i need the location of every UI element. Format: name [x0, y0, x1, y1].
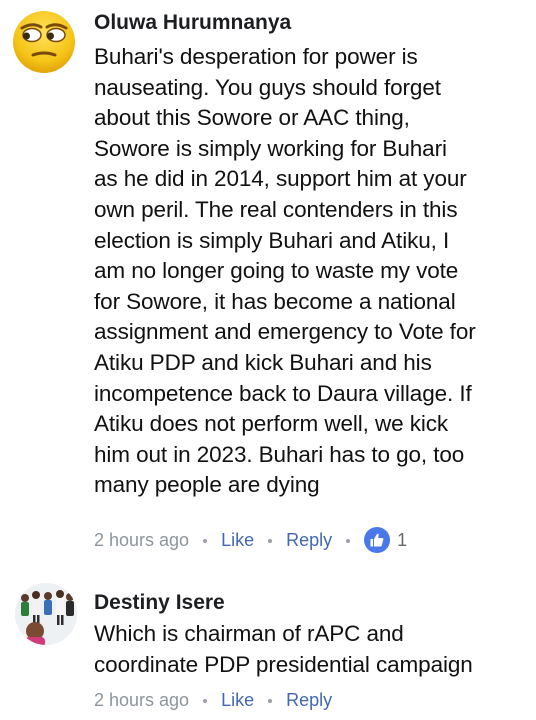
- comment-line: for Sowore, it has become a national: [94, 288, 456, 314]
- comment-line: incompetence back to Daura village. If: [94, 380, 472, 406]
- comment-actions: 2 hours ago Like Reply: [94, 687, 332, 713]
- reaction-count[interactable]: 1: [397, 530, 407, 551]
- comment-line: as he did in 2014, support him at your: [94, 166, 467, 192]
- comment-line: Buhari's desperation for power is: [94, 44, 418, 69]
- like-button[interactable]: Like: [221, 690, 254, 711]
- comment-line: Atiku PDP and kick Buhari and his: [94, 349, 432, 375]
- like-button[interactable]: Like: [221, 530, 254, 551]
- separator-dot: [203, 699, 208, 703]
- comment-line: assignment and emergency to Vote for: [94, 319, 476, 345]
- comment-line: about this Sowore or AAC thing,: [94, 105, 410, 131]
- comment-line: election is simply Buhari and Atiku, I: [94, 227, 450, 253]
- comment-line: Atiku does not perform well, we kick: [94, 411, 449, 437]
- comment-text: Which is chairman of rAPC and coordinate…: [94, 619, 473, 680]
- comment-line: own peril. The real contenders in this: [94, 196, 458, 222]
- separator-dot: [268, 699, 273, 703]
- comment-author[interactable]: Oluwa Hurumnanya: [94, 11, 291, 35]
- comment-line: many people are dying: [94, 472, 320, 498]
- comment-line: Which is chairman of rAPC and: [94, 621, 404, 646]
- avatar[interactable]: [15, 583, 77, 645]
- comment-line: nauseating. You guys should forget: [94, 74, 441, 100]
- comment-author[interactable]: Destiny Isere: [94, 591, 225, 615]
- comment-item: Destiny Isere Which is chairman of rAPC …: [0, 575, 536, 720]
- emoji-unamused-face-icon: [13, 11, 75, 73]
- reply-button[interactable]: Reply: [286, 530, 332, 551]
- comment-item: Oluwa Hurumnanya Buhari's desperation fo…: [0, 0, 536, 560]
- comment-line: coordinate PDP presidential campaign: [94, 651, 473, 677]
- reply-button[interactable]: Reply: [286, 690, 332, 711]
- comment-line: Sowore is simply working for Buhari: [94, 135, 447, 161]
- separator-dot: [203, 539, 208, 543]
- separator-dot: [346, 539, 351, 543]
- avatar[interactable]: [12, 10, 76, 74]
- separator-dot: [268, 539, 273, 543]
- group-photo-avatar: [15, 583, 77, 645]
- comment-actions: 2 hours ago Like Reply 1: [94, 526, 407, 554]
- comment-text: Buhari's desperation for power is nausea…: [94, 42, 476, 501]
- thumbs-up-icon[interactable]: [364, 527, 391, 553]
- comment-line: am no longer going to waste my vote: [94, 258, 459, 284]
- comment-line: him out in 2023. Buhari has to go, too: [94, 441, 465, 467]
- comment-timestamp: 2 hours ago: [94, 689, 190, 710]
- comment-timestamp: 2 hours ago: [94, 529, 190, 550]
